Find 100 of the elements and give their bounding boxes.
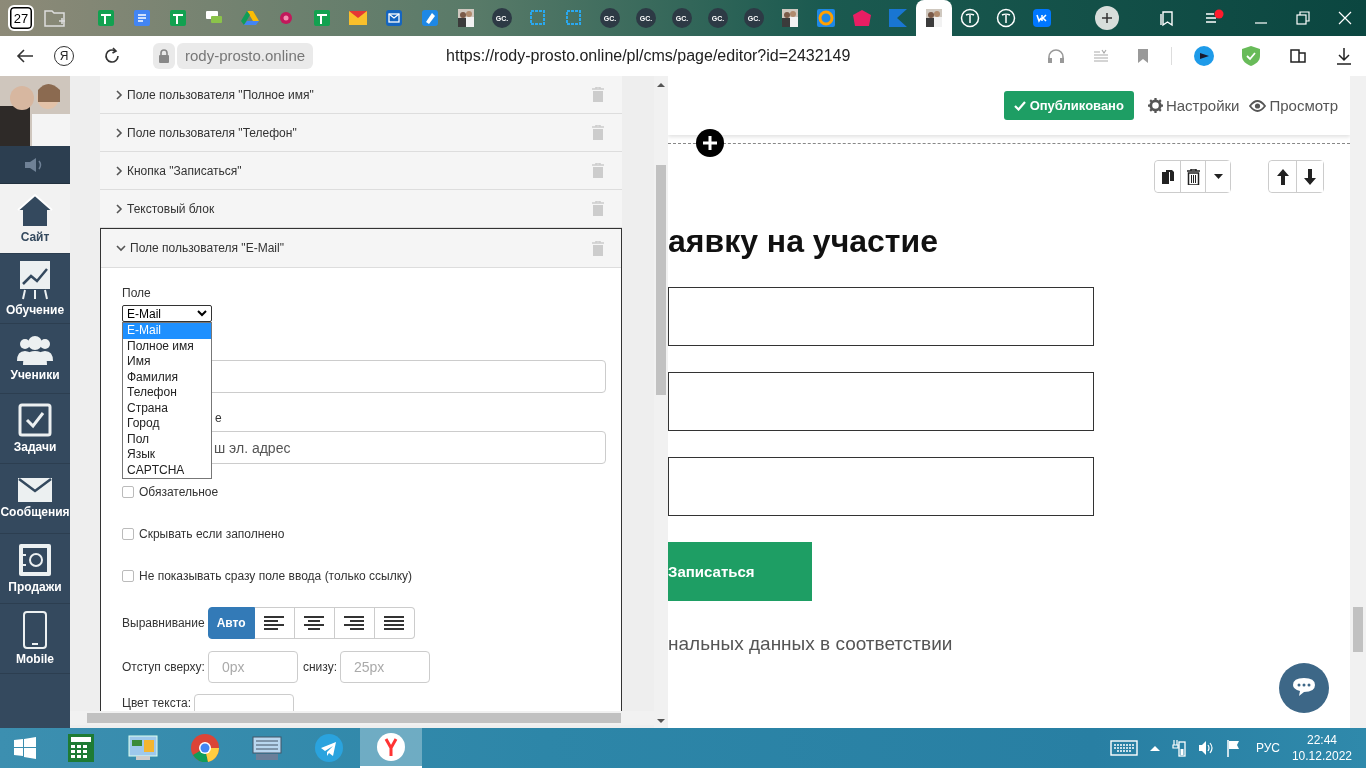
restore-icon[interactable] xyxy=(1296,11,1310,25)
arrow-up-icon xyxy=(1276,168,1289,185)
align-icon xyxy=(343,615,366,631)
margin-bottom-field[interactable]: 25px xyxy=(340,651,430,683)
block-title: Поле пользователя "Телефон" xyxy=(127,125,298,140)
accordion-item[interactable]: Поле пользователя "Телефон" xyxy=(100,114,622,152)
nav-item[interactable]: Продажи xyxy=(0,534,70,604)
caret-button[interactable] xyxy=(1205,161,1230,192)
close-icon[interactable] xyxy=(1338,11,1352,25)
new-tab-button[interactable] xyxy=(1095,6,1119,30)
pentagon-icon xyxy=(853,10,871,26)
flag-icon[interactable] xyxy=(1225,739,1240,757)
start-icon[interactable] xyxy=(14,737,36,759)
nav-label: Задачи xyxy=(13,440,57,454)
logo-icon xyxy=(960,8,980,28)
mail-icon xyxy=(349,11,367,25)
chat-button[interactable] xyxy=(1279,663,1329,713)
nav-item[interactable]: Сайт xyxy=(0,184,70,254)
field-select[interactable]: E-Mail xyxy=(122,305,212,322)
browser-icon xyxy=(191,734,219,762)
ring-icon xyxy=(817,9,835,27)
align-button[interactable] xyxy=(254,607,295,639)
safe-icon xyxy=(18,543,52,577)
checkbox[interactable] xyxy=(122,570,134,582)
bookmark-icon[interactable] xyxy=(1137,48,1149,64)
nav-item[interactable]: Обучение xyxy=(0,254,70,324)
chat-icon xyxy=(205,10,223,26)
chevron-right-icon xyxy=(116,165,123,176)
address-field[interactable]: https://rody-prosto.online/pl/cms/page/editor?id=2432149 xyxy=(446,47,1033,65)
scroll-up-icon[interactable] xyxy=(657,82,665,87)
form-field[interactable] xyxy=(668,457,1094,516)
scrollbar[interactable] xyxy=(654,76,668,728)
align-button[interactable] xyxy=(334,607,375,639)
dropdown-option[interactable]: Город xyxy=(123,416,211,432)
accordion-item[interactable]: Поле пользователя "E-Mail" xyxy=(101,229,621,268)
app-icon xyxy=(422,10,438,26)
dropdown-option[interactable]: CAPTCHA xyxy=(123,462,211,478)
preview-button[interactable]: Просмотр xyxy=(1249,97,1338,114)
chevron-up-icon[interactable] xyxy=(1149,745,1160,751)
form-field[interactable] xyxy=(668,287,1094,346)
triangle-icon xyxy=(241,10,259,26)
align-button[interactable] xyxy=(374,607,415,639)
nav-item[interactable]: Сообщения xyxy=(0,464,70,534)
dropdown-option[interactable]: Телефон xyxy=(123,385,211,401)
form-field[interactable] xyxy=(668,372,1094,431)
check-icon xyxy=(1013,100,1026,111)
back-icon[interactable] xyxy=(16,48,34,64)
block-title: Кнопка "Записаться" xyxy=(127,163,243,178)
download-icon[interactable] xyxy=(1336,47,1352,65)
dropdown-option[interactable]: Фамилия xyxy=(123,369,211,385)
field-label: Поле xyxy=(122,285,152,302)
shield-icon[interactable] xyxy=(1242,46,1260,66)
checkbox[interactable] xyxy=(122,528,134,540)
align-button[interactable] xyxy=(294,607,335,639)
speaker-icon[interactable] xyxy=(1197,740,1214,756)
flower-icon xyxy=(279,10,293,26)
extension-icon[interactable] xyxy=(1194,46,1214,66)
checkbox-label: Скрывать если заполнено xyxy=(139,527,285,541)
checkbox-label: Не показывать сразу поле ввода (только ссылку) xyxy=(139,569,413,583)
checkbox[interactable] xyxy=(122,486,134,498)
arrow-down-icon xyxy=(1304,168,1316,185)
scroll-down-icon[interactable] xyxy=(657,719,665,724)
bookmarks-icon[interactable] xyxy=(1158,9,1176,27)
reload-icon[interactable] xyxy=(103,47,121,65)
dropdown-option[interactable]: Язык xyxy=(123,447,211,463)
dropdown-option[interactable]: Страна xyxy=(123,400,211,416)
battery-icon[interactable] xyxy=(1171,739,1186,757)
sheet-icon xyxy=(314,10,330,26)
calculator-icon xyxy=(68,734,94,762)
align-icon xyxy=(263,615,286,631)
browser-tab[interactable] xyxy=(916,0,952,36)
lock-icon[interactable] xyxy=(153,43,175,69)
nav-label: Сообщения xyxy=(0,505,70,519)
clock[interactable]: 22:44 10.12.2022 xyxy=(1291,732,1352,764)
plus-icon xyxy=(1101,12,1113,24)
selection-icon xyxy=(529,9,547,27)
align-button[interactable]: Авто xyxy=(207,607,255,639)
scrollbar[interactable] xyxy=(1350,76,1366,728)
taskbar-app[interactable] xyxy=(360,728,422,768)
align-icon xyxy=(303,615,326,631)
consent-text: нальных данных в соответствии xyxy=(668,632,954,656)
accordion-item[interactable]: Поле пользователя "Полное имя" xyxy=(100,76,622,114)
keyboard-icon[interactable] xyxy=(1109,740,1138,756)
accordion-item[interactable]: Кнопка "Записаться" xyxy=(100,152,622,190)
move-down-button[interactable] xyxy=(1296,161,1323,192)
language-indicator[interactable]: РУС xyxy=(1255,741,1280,755)
dropdown-option[interactable]: Имя xyxy=(123,354,211,370)
text-color-label: Цвет текста: xyxy=(122,696,191,710)
sidebar-icon[interactable] xyxy=(1288,47,1308,65)
dropdown-option[interactable]: Пол xyxy=(123,431,211,447)
dropdown-option[interactable]: Полное имя xyxy=(123,338,211,354)
settings-button[interactable]: Настройки xyxy=(1147,97,1240,114)
gear-icon xyxy=(1147,98,1163,113)
house-icon xyxy=(16,193,54,227)
add-block-icon[interactable] xyxy=(696,129,724,157)
margin-top-field[interactable]: 0px xyxy=(207,651,298,683)
site-domain[interactable]: rody-prosto.online xyxy=(177,43,314,69)
nav-item[interactable]: Ученики xyxy=(0,324,70,394)
headphones-icon[interactable] xyxy=(1047,48,1065,64)
nav-label: Ученики xyxy=(10,368,60,382)
